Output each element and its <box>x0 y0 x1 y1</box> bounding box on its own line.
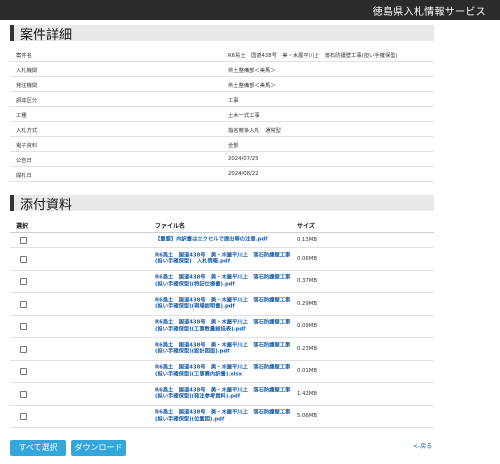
detail-row: 調達区分 工事 <box>10 92 434 107</box>
detail-label: 入札機関 <box>16 68 38 74</box>
file-size: 1.42MB <box>297 390 317 397</box>
detail-value: 2024/07/25 <box>228 156 259 162</box>
detail-label: 工種 <box>16 113 27 119</box>
file-size: 0.06MB <box>297 255 317 262</box>
back-link[interactable]: <-戻る <box>413 441 432 450</box>
file-checkbox[interactable] <box>20 255 27 263</box>
file-size: 0.29MB <box>297 300 317 307</box>
select-all-button[interactable]: すべて選択 <box>10 440 66 456</box>
detail-value: R6鳥土 国道438号 美・木屋平川上 落石防護壁工事(担い手確保型) <box>228 53 398 59</box>
file-size: 5.06MB <box>297 413 317 420</box>
file-checkbox[interactable] <box>20 368 27 376</box>
file-row: R6鳥土 国道438号 美・木屋平川上 落石防護壁工事(担い手確保型)(工事数量… <box>10 316 434 338</box>
column-header-filename: ファイル名 <box>155 223 186 230</box>
file-checkbox[interactable] <box>20 413 27 421</box>
download-button[interactable]: ダウンロード <box>71 440 126 456</box>
file-checkbox[interactable] <box>20 390 27 398</box>
detail-label: 入札方式 <box>16 128 38 134</box>
file-link[interactable]: R6鳥土 国道438号 美・木屋平川上 落石防護壁工事(担い手確保型)(特記仕様… <box>155 275 293 288</box>
detail-label: 公告日 <box>16 158 32 164</box>
detail-value: 全部 <box>228 143 239 149</box>
detail-label: 電子資料 <box>16 143 38 149</box>
file-link[interactable]: R6鳥土 国道438号 美・木屋平川上 落石防護壁工事(担い手確保型)(現場説明… <box>155 297 293 310</box>
file-link[interactable]: R6鳥土 国道438号 美・木屋平川上 落石防護壁工事(担い手確保型)(工事数量… <box>155 320 293 333</box>
section-header-detail: 案件詳細 <box>10 25 434 43</box>
file-row: R6鳥土 国道438号 美・木屋平川上 落石防護壁工事(担い手確保型)(工事費内… <box>10 361 434 383</box>
file-size: 0.23MB <box>297 345 317 352</box>
detail-row: 公告日 2024/07/25 <box>10 152 434 167</box>
detail-row: 発注機関 県土整備部＜美馬＞ <box>10 77 434 92</box>
file-link[interactable]: R6鳥土 国道438号 美・木屋平川上 落石防護壁工事(担い手確保型)(工事費内… <box>155 365 293 378</box>
detail-row: 工種 土木一式工事 <box>10 107 434 122</box>
detail-value: 土木一式工事 <box>228 113 260 119</box>
file-size: 0.13MB <box>297 237 317 243</box>
file-size: 0.09MB <box>297 323 317 330</box>
file-link[interactable]: R6鳥土 国道438号 美・木屋平川上 落石防護壁工事(担い手確保型) 入札情報… <box>155 252 293 265</box>
file-row: R6鳥土 国道438号 美・木屋平川上 落石防護壁工事(担い手確保型)(現場説明… <box>10 293 434 316</box>
file-checkbox[interactable] <box>20 278 27 286</box>
site-title: 徳島県入札情報サービス <box>372 7 486 18</box>
detail-value: 県土整備部＜美馬＞ <box>228 68 276 74</box>
file-row: R6鳥土 国道438号 美・木屋平川上 落石防護壁工事(担い手確保型) 入札情報… <box>10 248 434 271</box>
file-checkbox[interactable] <box>20 300 27 308</box>
detail-label: 調達区分 <box>16 98 38 104</box>
file-row: R6鳥土 国道438号 美・木屋平川上 落石防護壁工事(担い手確保型)(発注参考… <box>10 383 434 406</box>
column-header-size: サイズ <box>297 223 315 230</box>
attachments-header-row: 選択 ファイル名 サイズ <box>10 216 434 233</box>
detail-row: 電子資料 全部 <box>10 137 434 152</box>
section-title-detail: 案件詳細 <box>20 28 73 43</box>
detail-label: 開札日 <box>16 173 32 179</box>
file-checkbox[interactable] <box>20 345 27 353</box>
file-row: 【重要】内訳書はエクセルで提出等の注意.pdf 0.13MB <box>10 233 434 248</box>
section-header-attachments: 添付資料 <box>10 195 434 213</box>
detail-label: 発注機関 <box>16 83 38 89</box>
attachments-table: 選択 ファイル名 サイズ 【重要】内訳書はエクセルで提出等の注意.pdf 0.13… <box>10 216 434 428</box>
file-link[interactable]: 【重要】内訳書はエクセルで提出等の注意.pdf <box>155 237 293 244</box>
file-row: R6鳥土 国道438号 美・木屋平川上 落石防護壁工事(担い手確保型)(位置図)… <box>10 406 434 428</box>
file-checkbox[interactable] <box>20 323 27 331</box>
detail-row: 入札機関 県土整備部＜美馬＞ <box>10 62 434 77</box>
file-checkbox[interactable] <box>20 237 27 244</box>
detail-value: 指名競争入札 通常型 <box>228 128 281 134</box>
file-link[interactable]: R6鳥土 国道438号 美・木屋平川上 落石防護壁工事(担い手確保型)(位置図)… <box>155 410 293 423</box>
detail-row: 案件名 R6鳥土 国道438号 美・木屋平川上 落石防護壁工事(担い手確保型) <box>10 47 434 62</box>
file-row: R6鳥土 国道438号 美・木屋平川上 落石防護壁工事(担い手確保型)(設計図面… <box>10 338 434 361</box>
file-size: 0.01MB <box>297 368 317 375</box>
top-bar: 徳島県入札情報サービス <box>0 0 500 20</box>
detail-table: 案件名 R6鳥土 国道438号 美・木屋平川上 落石防護壁工事(担い手確保型) 入札… <box>10 47 434 182</box>
detail-value: 2024/08/22 <box>228 171 259 177</box>
detail-row: 入札方式 指名競争入札 通常型 <box>10 122 434 137</box>
column-header-select: 選択 <box>16 223 29 230</box>
file-link[interactable]: R6鳥土 国道438号 美・木屋平川上 落石防護壁工事(担い手確保型)(設計図面… <box>155 342 293 355</box>
detail-value: 工事 <box>228 98 239 104</box>
file-size: 0.37MB <box>297 278 317 285</box>
section-title-attachments: 添付資料 <box>20 198 73 213</box>
detail-value: 県土整備部＜美馬＞ <box>228 83 276 89</box>
file-link[interactable]: R6鳥土 国道438号 美・木屋平川上 落石防護壁工事(担い手確保型)(発注参考… <box>155 387 293 400</box>
detail-label: 案件名 <box>16 53 32 59</box>
file-row: R6鳥土 国道438号 美・木屋平川上 落石防護壁工事(担い手確保型)(特記仕様… <box>10 271 434 293</box>
detail-row: 開札日 2024/08/22 <box>10 167 434 182</box>
